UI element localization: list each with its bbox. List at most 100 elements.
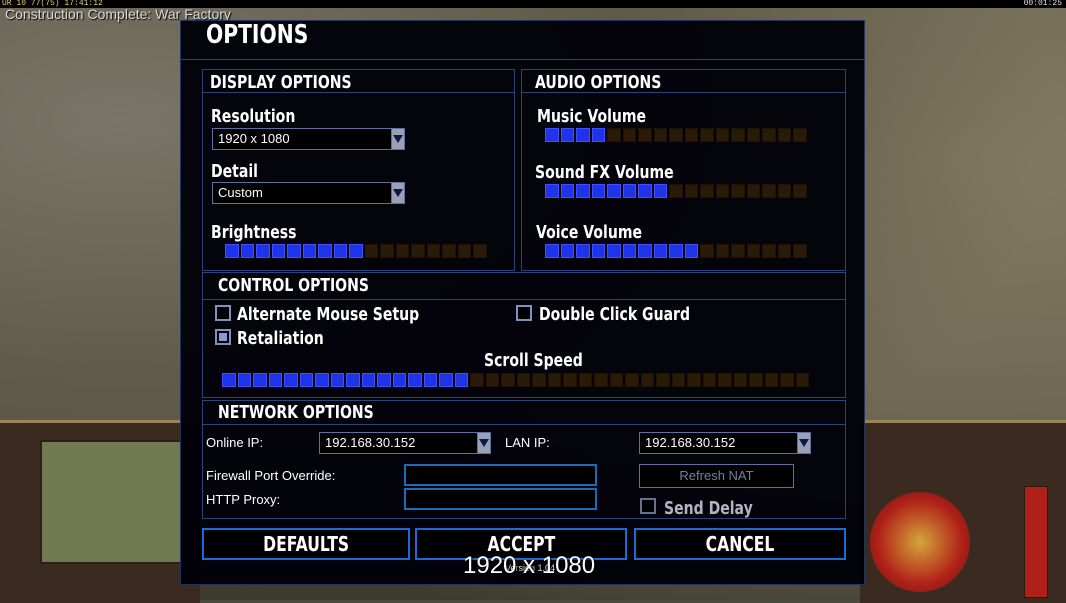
slider-segment[interactable] [687, 373, 701, 387]
slider-segment[interactable] [364, 244, 378, 258]
slider-segment[interactable] [656, 373, 670, 387]
send-delay-checkbox[interactable] [640, 498, 656, 514]
slider-segment[interactable] [607, 128, 621, 142]
slider-segment[interactable] [457, 244, 471, 258]
slider-segment[interactable] [545, 184, 559, 198]
slider-segment[interactable] [702, 373, 716, 387]
slider-segment[interactable] [607, 184, 621, 198]
slider-segment[interactable] [609, 373, 623, 387]
slider-segment[interactable] [684, 184, 698, 198]
slider-segment[interactable] [333, 244, 347, 258]
slider-segment[interactable] [622, 128, 636, 142]
chevron-down-icon[interactable] [797, 433, 810, 453]
slider-segment[interactable] [318, 244, 332, 258]
slider-segment[interactable] [671, 373, 685, 387]
slider-segment[interactable] [793, 128, 807, 142]
slider-segment[interactable] [731, 244, 745, 258]
slider-segment[interactable] [442, 244, 456, 258]
slider-segment[interactable] [454, 373, 468, 387]
voice-volume-slider[interactable] [545, 244, 807, 258]
online-ip-select[interactable]: 192.168.30.152 [319, 432, 491, 454]
slider-segment[interactable] [532, 373, 546, 387]
slider-segment[interactable] [222, 373, 236, 387]
slider-segment[interactable] [501, 373, 515, 387]
slider-segment[interactable] [578, 373, 592, 387]
slider-segment[interactable] [638, 184, 652, 198]
slider-segment[interactable] [591, 244, 605, 258]
slider-segment[interactable] [777, 184, 791, 198]
slider-segment[interactable] [669, 244, 683, 258]
slider-segment[interactable] [377, 373, 391, 387]
slider-segment[interactable] [700, 184, 714, 198]
slider-segment[interactable] [731, 184, 745, 198]
slider-segment[interactable] [516, 373, 530, 387]
slider-segment[interactable] [253, 373, 267, 387]
slider-segment[interactable] [669, 184, 683, 198]
slider-segment[interactable] [749, 373, 763, 387]
retaliation-checkbox[interactable] [215, 329, 231, 345]
slider-segment[interactable] [733, 373, 747, 387]
chevron-down-icon[interactable] [391, 129, 404, 149]
slider-segment[interactable] [700, 128, 714, 142]
slider-segment[interactable] [284, 373, 298, 387]
slider-segment[interactable] [777, 244, 791, 258]
scroll-speed-slider[interactable] [222, 373, 809, 387]
slider-segment[interactable] [473, 244, 487, 258]
resolution-select[interactable]: 1920 x 1080 [212, 128, 405, 150]
brightness-slider[interactable] [225, 244, 487, 258]
slider-segment[interactable] [780, 373, 794, 387]
slider-segment[interactable] [622, 244, 636, 258]
slider-segment[interactable] [299, 373, 313, 387]
alternate-mouse-checkbox[interactable] [215, 305, 231, 321]
slider-segment[interactable] [653, 184, 667, 198]
slider-segment[interactable] [591, 128, 605, 142]
slider-segment[interactable] [576, 244, 590, 258]
slider-segment[interactable] [225, 244, 239, 258]
radar-minimap[interactable] [40, 440, 184, 564]
slider-segment[interactable] [560, 184, 574, 198]
music-volume-slider[interactable] [545, 128, 807, 142]
double-click-guard-checkbox[interactable] [516, 305, 532, 321]
slider-segment[interactable] [545, 128, 559, 142]
slider-segment[interactable] [764, 373, 778, 387]
refresh-nat-button[interactable]: Refresh NAT [639, 464, 794, 488]
slider-segment[interactable] [315, 373, 329, 387]
slider-segment[interactable] [684, 128, 698, 142]
slider-segment[interactable] [576, 184, 590, 198]
slider-segment[interactable] [762, 244, 776, 258]
detail-select[interactable]: Custom [212, 182, 405, 204]
slider-segment[interactable] [638, 244, 652, 258]
slider-segment[interactable] [237, 373, 251, 387]
slider-segment[interactable] [361, 373, 375, 387]
slider-segment[interactable] [684, 244, 698, 258]
slider-segment[interactable] [638, 128, 652, 142]
slider-segment[interactable] [715, 184, 729, 198]
slider-segment[interactable] [380, 244, 394, 258]
slider-segment[interactable] [607, 244, 621, 258]
slider-segment[interactable] [395, 244, 409, 258]
slider-segment[interactable] [470, 373, 484, 387]
lan-ip-select[interactable]: 192.168.30.152 [639, 432, 811, 454]
slider-segment[interactable] [268, 373, 282, 387]
sound-fx-volume-slider[interactable] [545, 184, 807, 198]
http-proxy-input[interactable] [404, 488, 597, 510]
slider-segment[interactable] [762, 128, 776, 142]
slider-segment[interactable] [640, 373, 654, 387]
chevron-down-icon[interactable] [391, 183, 404, 203]
slider-segment[interactable] [439, 373, 453, 387]
slider-segment[interactable] [560, 244, 574, 258]
slider-segment[interactable] [746, 244, 760, 258]
slider-segment[interactable] [731, 128, 745, 142]
slider-segment[interactable] [240, 244, 254, 258]
slider-segment[interactable] [715, 244, 729, 258]
slider-segment[interactable] [594, 373, 608, 387]
slider-segment[interactable] [591, 184, 605, 198]
slider-segment[interactable] [777, 128, 791, 142]
slider-segment[interactable] [408, 373, 422, 387]
cancel-button[interactable]: CANCEL [634, 528, 846, 560]
slider-segment[interactable] [746, 184, 760, 198]
slider-segment[interactable] [622, 184, 636, 198]
slider-segment[interactable] [256, 244, 270, 258]
double-click-guard-label[interactable]: Double Click Guard [539, 304, 690, 325]
firewall-port-input[interactable] [404, 464, 597, 486]
